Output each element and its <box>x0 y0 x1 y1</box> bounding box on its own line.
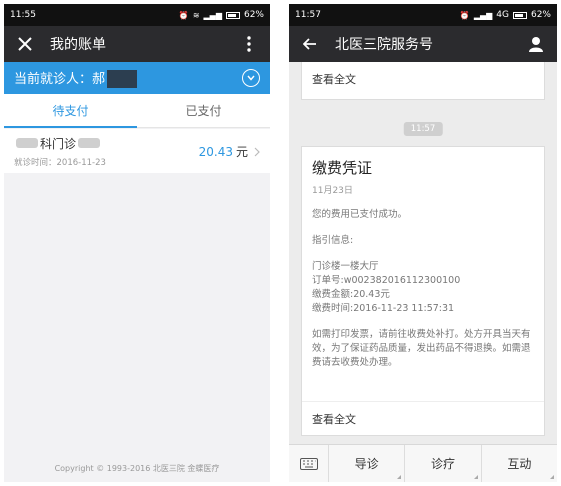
app-header: 我的账单 <box>4 26 270 62</box>
alarm-icon: ⏰ <box>459 10 470 20</box>
chevron-down-icon[interactable] <box>242 69 260 87</box>
chevron-right-icon <box>254 142 260 161</box>
battery-level: 62% <box>243 10 264 20</box>
signal-icon: ▂▄▆ <box>203 10 222 20</box>
payment-note: 如需打印发票，请前往收费处补打。处方开具当天有效，为了保证药品质量，发出药品不得… <box>312 329 531 368</box>
alarm-icon: ⏰ <box>178 10 189 20</box>
payment-amount: 缴费金额:20.43元 <box>312 289 390 300</box>
battery-level: 62% <box>530 10 551 20</box>
signal-icon: ▂▄▆ <box>473 10 493 20</box>
redacted-text <box>78 138 101 148</box>
patient-selector[interactable]: 当前就诊人：郝 <box>4 62 270 94</box>
bill-date: 就诊时间：2016-11-23 <box>14 157 106 168</box>
message-list[interactable]: 查看全文 11:57 缴费凭证 11月23日 您的费用已支付成功。 指引信息: … <box>289 62 557 444</box>
message-timestamp: 11:57 <box>403 122 443 136</box>
card-date: 11月23日 <box>312 186 353 196</box>
close-icon[interactable] <box>14 33 36 55</box>
bill-screen: 11:55 ⏰ ≋ ▂▄▆ 62% 我的账单 当前就诊人：郝 待支付 已支付 科… <box>4 4 270 482</box>
bill-unit: 元 <box>235 144 248 159</box>
tab-paid[interactable]: 已支付 <box>137 94 270 127</box>
menu-treatment-button[interactable]: 诊疗 <box>405 445 482 482</box>
network-type: 4G <box>496 10 509 20</box>
page-title: 我的账单 <box>50 37 106 53</box>
bill-tabs: 待支付 已支付 <box>4 94 270 128</box>
status-time: 11:55 <box>10 10 36 20</box>
bill-amount: 20.43 <box>198 144 233 159</box>
message-card: 查看全文 <box>301 62 545 100</box>
payment-receipt-card[interactable]: 缴费凭证 11月23日 您的费用已支付成功。 指引信息: 门诊楼一楼大厅 订单号… <box>301 146 545 436</box>
guide-label: 指引信息: <box>312 235 354 246</box>
read-all-link[interactable]: 查看全文 <box>312 411 356 427</box>
page-title: 北医三院服务号 <box>335 37 433 53</box>
payment-location: 门诊楼一楼大厅 <box>312 261 379 272</box>
bill-department: 科门诊 <box>40 136 77 151</box>
redacted-name <box>107 70 138 89</box>
redacted-text <box>16 138 38 148</box>
status-bar: 11:57 ⏰ ▂▄▆ 4G 62% <box>289 4 557 26</box>
more-icon[interactable] <box>238 33 260 55</box>
payment-time: 缴费时间:2016-11-23 11:57:31 <box>312 303 455 314</box>
menu-interaction-button[interactable]: 互动 <box>482 445 557 482</box>
copyright: Copyright © 1993-2016 北医三院 金蝶医疗 <box>54 464 220 473</box>
status-time: 11:57 <box>295 10 321 20</box>
app-header: 北医三院服务号 <box>289 26 557 62</box>
back-arrow-icon[interactable] <box>299 33 321 55</box>
battery-icon <box>225 11 240 19</box>
service-menu-bar: 导诊 诊疗 互动 <box>289 444 557 482</box>
order-number: 订单号:w002382016112300100 <box>312 275 461 286</box>
user-profile-icon[interactable] <box>525 33 547 55</box>
keyboard-icon[interactable] <box>289 445 329 482</box>
payment-success-text: 您的费用已支付成功。 <box>312 209 408 220</box>
read-all-link[interactable]: 查看全文 <box>312 71 534 87</box>
tab-unpaid[interactable]: 待支付 <box>4 94 137 128</box>
wifi-icon: ≋ <box>192 10 200 20</box>
status-bar: 11:55 ⏰ ≋ ▂▄▆ 62% <box>4 4 270 26</box>
patient-label: 当前就诊人：郝 <box>14 71 106 87</box>
bill-list-item[interactable]: 科门诊 就诊时间：2016-11-23 20.43 元 <box>4 129 270 173</box>
card-title: 缴费凭证 <box>312 159 373 177</box>
battery-icon <box>512 11 527 19</box>
chat-screen: 11:57 ⏰ ▂▄▆ 4G 62% 北医三院服务号 查看全文 11:57 缴费… <box>289 4 557 482</box>
menu-guide-button[interactable]: 导诊 <box>329 445 406 482</box>
